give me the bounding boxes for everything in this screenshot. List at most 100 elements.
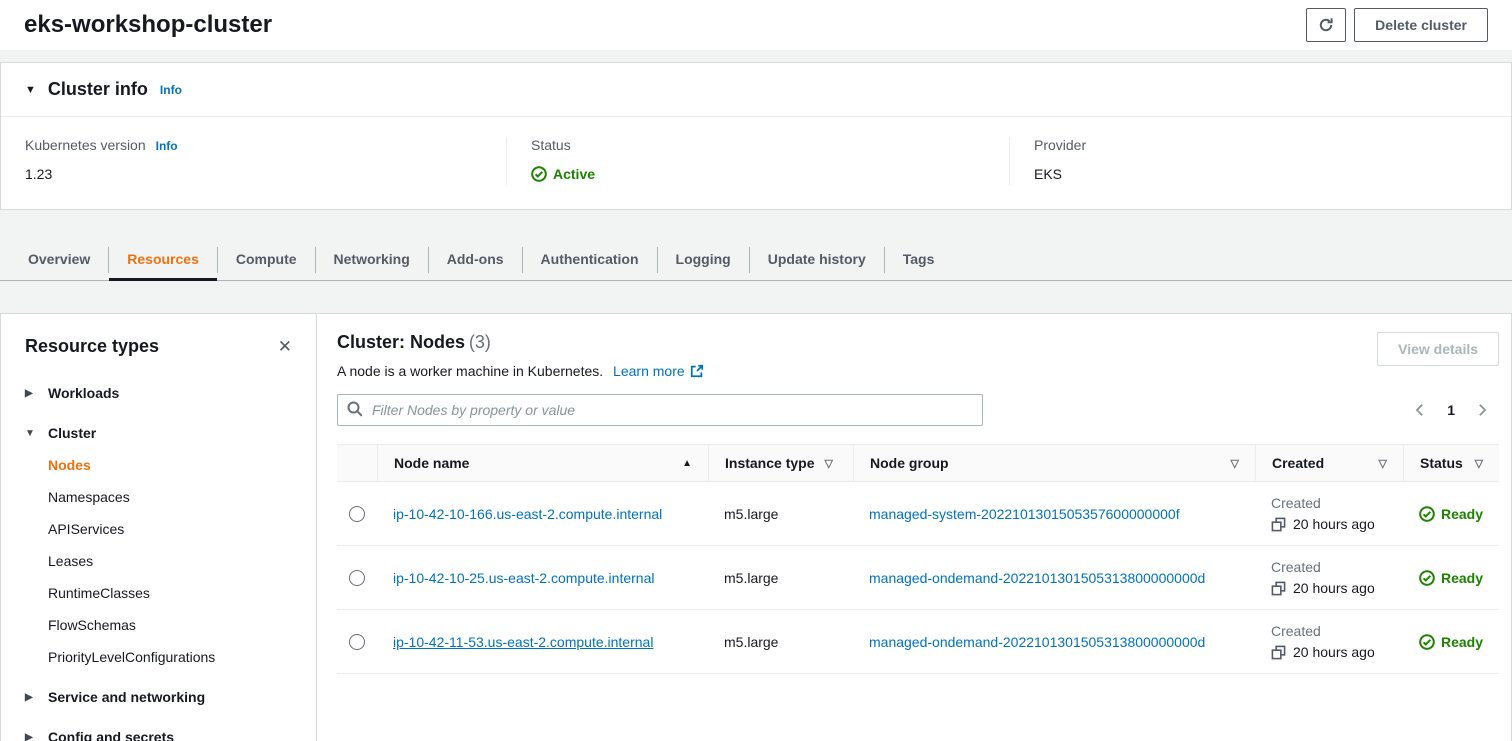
header-actions: Delete cluster bbox=[1306, 8, 1488, 42]
tab-update-history[interactable]: Update history bbox=[750, 240, 884, 281]
nodes-count: (3) bbox=[469, 332, 491, 352]
pagination: 1 bbox=[1413, 402, 1489, 418]
copy-icon[interactable] bbox=[1271, 645, 1286, 660]
nodes-description: A node is a worker machine in Kubernetes… bbox=[337, 363, 603, 379]
tree-group-label: Config and secrets bbox=[48, 729, 174, 741]
previous-page-icon[interactable] bbox=[1413, 403, 1427, 417]
node-name-link[interactable]: ip-10-42-11-53.us-east-2.compute.interna… bbox=[393, 634, 653, 650]
tab-overview[interactable]: Overview bbox=[10, 240, 108, 281]
column-header-node-group[interactable]: Node group ▽ bbox=[853, 445, 1255, 481]
chevron-right-icon: ▶ bbox=[25, 388, 35, 399]
chevron-right-icon: ▶ bbox=[25, 732, 35, 741]
tab-networking[interactable]: Networking bbox=[316, 240, 428, 281]
tree-item-leases[interactable]: Leases bbox=[48, 553, 292, 569]
sort-icon[interactable]: ▽ bbox=[1475, 457, 1483, 470]
status-field: Status Active bbox=[506, 137, 1009, 185]
tree-group-service-and-networking[interactable]: ▶ Service and networking bbox=[25, 689, 292, 705]
sort-icon[interactable]: ▽ bbox=[824, 457, 832, 470]
view-details-button[interactable]: View details bbox=[1377, 332, 1499, 366]
tree-item-nodes[interactable]: Nodes bbox=[48, 457, 292, 473]
column-label: Instance type bbox=[725, 455, 814, 471]
resource-types-title: Resource types bbox=[25, 336, 159, 357]
learn-more-link[interactable]: Learn more bbox=[613, 363, 704, 379]
created-value: 20 hours ago bbox=[1293, 580, 1375, 596]
delete-cluster-button[interactable]: Delete cluster bbox=[1354, 8, 1488, 42]
page-header: eks-workshop-cluster Delete cluster bbox=[0, 0, 1512, 50]
check-circle-icon bbox=[531, 166, 547, 182]
sort-icon[interactable]: ▽ bbox=[1379, 457, 1387, 470]
table-row: ip-10-42-10-25.us-east-2.compute.interna… bbox=[337, 546, 1499, 610]
close-icon[interactable]: ✕ bbox=[278, 338, 292, 355]
tab-add-ons[interactable]: Add-ons bbox=[429, 240, 522, 281]
tab-authentication[interactable]: Authentication bbox=[523, 240, 657, 281]
row-radio-button[interactable] bbox=[349, 634, 365, 650]
learn-more-label: Learn more bbox=[613, 363, 685, 379]
cluster-info-card: ▼ Cluster info Info Kubernetes version I… bbox=[0, 62, 1512, 210]
instance-type-value: m5.large bbox=[724, 634, 778, 650]
cluster-info-header[interactable]: ▼ Cluster info Info bbox=[1, 63, 1511, 117]
provider-label: Provider bbox=[1034, 137, 1086, 153]
tab-tags[interactable]: Tags bbox=[885, 240, 953, 281]
external-link-icon bbox=[690, 364, 704, 378]
chevron-down-icon: ▼ bbox=[25, 428, 35, 439]
select-all-column-header bbox=[337, 445, 377, 481]
tree-item-runtimeclasses[interactable]: RuntimeClasses bbox=[48, 585, 292, 601]
copy-icon[interactable] bbox=[1271, 517, 1286, 532]
node-name-link[interactable]: ip-10-42-10-25.us-east-2.compute.interna… bbox=[393, 570, 654, 586]
row-radio-button[interactable] bbox=[349, 570, 365, 586]
status-value: Ready bbox=[1441, 570, 1483, 586]
kubernetes-version-label: Kubernetes version bbox=[25, 137, 146, 153]
column-header-node-name[interactable]: Node name ▲ bbox=[377, 445, 708, 481]
cluster-info-info-link[interactable]: Info bbox=[160, 83, 182, 97]
tab-compute[interactable]: Compute bbox=[218, 240, 315, 281]
node-group-link[interactable]: managed-ondemand-20221013015053138000000… bbox=[869, 570, 1205, 586]
check-circle-icon bbox=[1419, 570, 1435, 586]
kubernetes-version-info-link[interactable]: Info bbox=[156, 139, 178, 153]
column-label: Node name bbox=[394, 455, 469, 471]
tree-group-workloads[interactable]: ▶ Workloads bbox=[25, 385, 292, 401]
tree-group-label: Service and networking bbox=[48, 689, 205, 705]
status-value: Active bbox=[553, 166, 595, 182]
column-header-instance-type[interactable]: Instance type ▽ bbox=[708, 445, 853, 481]
column-header-created[interactable]: Created ▽ bbox=[1255, 445, 1403, 481]
tree-item-apiservices[interactable]: APIServices bbox=[48, 521, 292, 537]
node-group-link[interactable]: managed-system-2022101301505357600000000… bbox=[869, 506, 1180, 522]
sort-icon[interactable]: ▽ bbox=[1231, 457, 1239, 470]
tab-logging[interactable]: Logging bbox=[658, 240, 749, 281]
chevron-right-icon: ▶ bbox=[25, 692, 35, 703]
kubernetes-version-field: Kubernetes version Info 1.23 bbox=[1, 137, 506, 185]
cluster-info-title: Cluster info bbox=[48, 79, 148, 100]
column-label: Created bbox=[1272, 455, 1324, 471]
tree-group-cluster[interactable]: ▼ Cluster bbox=[25, 425, 292, 441]
column-header-status[interactable]: Status ▽ bbox=[1403, 445, 1499, 481]
tree-item-prioritylevelconfigurations[interactable]: PriorityLevelConfigurations bbox=[48, 649, 292, 665]
status-value: Ready bbox=[1441, 634, 1483, 650]
status-badge: Ready bbox=[1419, 634, 1483, 650]
tab-resources[interactable]: Resources bbox=[109, 240, 217, 281]
copy-icon[interactable] bbox=[1271, 581, 1286, 596]
row-radio-button[interactable] bbox=[349, 506, 365, 522]
tree-item-flowschemas[interactable]: FlowSchemas bbox=[48, 617, 292, 633]
tree-item-namespaces[interactable]: Namespaces bbox=[48, 489, 292, 505]
table-header-row: Node name ▲ Instance type ▽ Node group ▽… bbox=[337, 444, 1499, 482]
resources-panel: Resource types ✕ ▶ Workloads ▼ Cluster N… bbox=[0, 313, 1512, 741]
kubernetes-version-value: 1.23 bbox=[25, 166, 482, 182]
tree-group-config-and-secrets[interactable]: ▶ Config and secrets bbox=[25, 729, 292, 741]
node-name-link[interactable]: ip-10-42-10-166.us-east-2.compute.intern… bbox=[393, 506, 662, 522]
next-page-icon[interactable] bbox=[1475, 403, 1489, 417]
node-group-link[interactable]: managed-ondemand-20221013015053138000000… bbox=[869, 634, 1205, 650]
check-circle-icon bbox=[1419, 506, 1435, 522]
filter-nodes-input[interactable] bbox=[337, 394, 983, 426]
resource-types-sidebar: Resource types ✕ ▶ Workloads ▼ Cluster N… bbox=[1, 314, 317, 741]
cluster-info-body: Kubernetes version Info 1.23 Status Acti… bbox=[1, 117, 1511, 209]
check-circle-icon bbox=[1419, 634, 1435, 650]
cluster-tabs: Overview Resources Compute Networking Ad… bbox=[0, 240, 1512, 281]
created-label: Created bbox=[1271, 495, 1321, 511]
sort-ascending-icon[interactable]: ▲ bbox=[682, 458, 692, 469]
refresh-button[interactable] bbox=[1306, 8, 1346, 42]
current-page-number[interactable]: 1 bbox=[1447, 402, 1455, 418]
table-row: ip-10-42-10-166.us-east-2.compute.intern… bbox=[337, 482, 1499, 546]
status-label: Status bbox=[531, 137, 571, 153]
provider-value: EKS bbox=[1034, 166, 1487, 182]
status-value: Ready bbox=[1441, 506, 1483, 522]
